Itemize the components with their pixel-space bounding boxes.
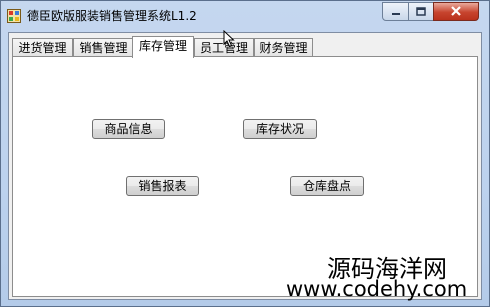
- sales-report-button[interactable]: 销售报表: [126, 176, 199, 196]
- tab-inventory-management[interactable]: 库存管理: [132, 36, 194, 58]
- inventory-check-button[interactable]: 仓库盘点: [290, 176, 364, 196]
- tab-sales-management[interactable]: 销售管理: [73, 38, 134, 57]
- minimize-button[interactable]: [382, 2, 409, 21]
- close-button[interactable]: [433, 2, 479, 21]
- maximize-button[interactable]: [408, 2, 434, 21]
- window-title: 德臣欧版服装销售管理系统L1.2: [27, 9, 197, 23]
- minimize-icon: [391, 5, 401, 19]
- stock-status-button[interactable]: 库存状况: [243, 119, 317, 139]
- watermark-url: www.codehy.com: [286, 277, 468, 301]
- cursor-icon: [223, 29, 235, 51]
- close-icon: [450, 5, 462, 19]
- tab-purchase-management[interactable]: 进货管理: [12, 38, 73, 57]
- app-icon: [7, 9, 21, 23]
- title-bar[interactable]: 德臣欧版服装销售管理系统L1.2: [1, 1, 489, 31]
- product-info-button[interactable]: 商品信息: [92, 119, 165, 139]
- tab-finance-management[interactable]: 财务管理: [254, 38, 313, 57]
- maximize-icon: [416, 5, 426, 19]
